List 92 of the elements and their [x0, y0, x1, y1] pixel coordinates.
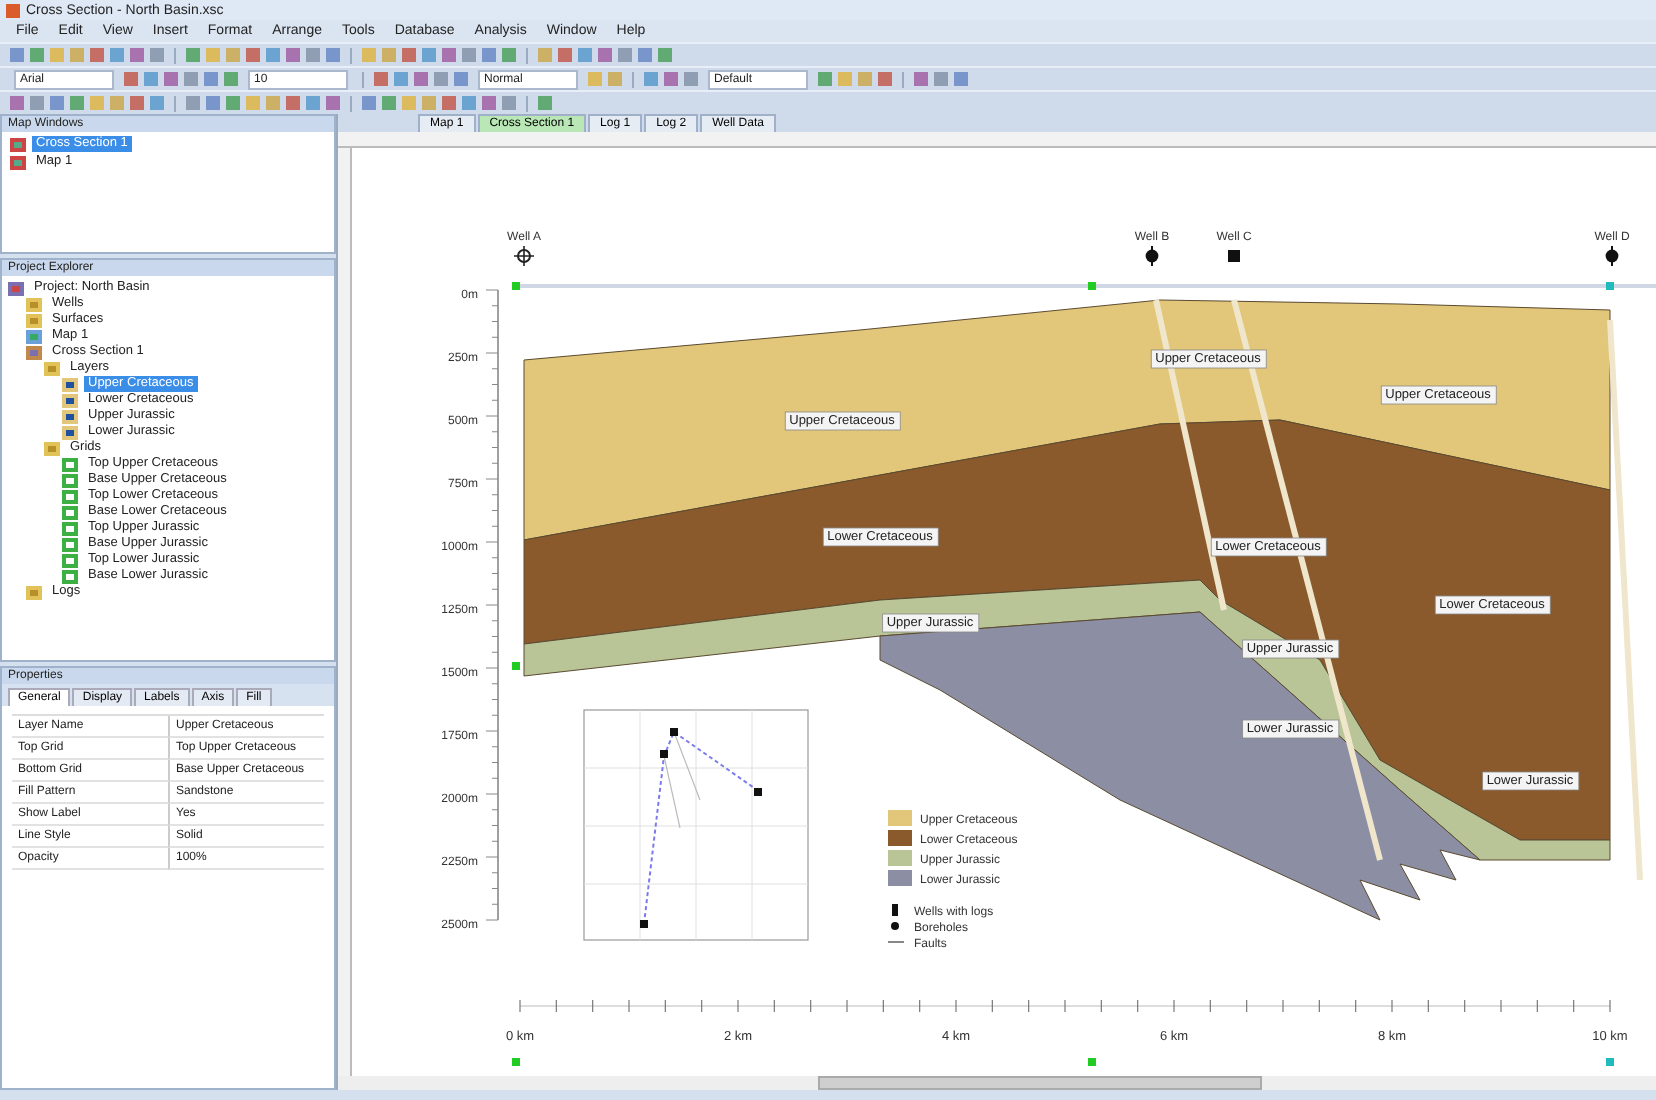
toolbar-button[interactable]: [420, 46, 438, 64]
toolbar-button[interactable]: [304, 94, 322, 112]
toolbar-button[interactable]: [204, 94, 222, 112]
toolbar-button[interactable]: [662, 70, 680, 88]
toolbar-button[interactable]: [108, 46, 126, 64]
toolbar-button[interactable]: [876, 70, 894, 88]
toolbar-button[interactable]: [88, 46, 106, 64]
toolbar-button[interactable]: [202, 70, 220, 88]
toolbar-button[interactable]: [360, 46, 378, 64]
toolbar-button[interactable]: [836, 70, 854, 88]
toolbar-button[interactable]: [480, 46, 498, 64]
toolbar-button[interactable]: [616, 46, 634, 64]
toolbar-button[interactable]: [452, 70, 470, 88]
toolbar-button[interactable]: [816, 70, 834, 88]
toolbar-button[interactable]: [380, 94, 398, 112]
toolbar-button[interactable]: [412, 70, 430, 88]
toolbar-button[interactable]: [440, 46, 458, 64]
toolbar-button[interactable]: [8, 94, 26, 112]
toolbar-button[interactable]: [284, 46, 302, 64]
toolbar-button[interactable]: [636, 46, 654, 64]
toolbar-button[interactable]: [432, 70, 450, 88]
toolbar-button[interactable]: [460, 94, 478, 112]
toolbar-button[interactable]: [912, 70, 930, 88]
toolbar-button[interactable]: [244, 46, 262, 64]
toolbar-button[interactable]: [304, 46, 322, 64]
toolbar-button[interactable]: [48, 94, 66, 112]
selection-handle: [1088, 282, 1096, 290]
selection-handle: [1606, 1058, 1614, 1066]
well-icon: [1228, 250, 1240, 262]
toolbar-button[interactable]: [500, 94, 518, 112]
toolbar-button[interactable]: [184, 46, 202, 64]
toolbar-button[interactable]: [642, 70, 660, 88]
toolbar-button[interactable]: [392, 70, 410, 88]
toolbar-button[interactable]: [204, 46, 222, 64]
toolbar-button[interactable]: [556, 46, 574, 64]
toolbar-button[interactable]: [576, 46, 594, 64]
toolbar-button[interactable]: [224, 46, 242, 64]
selection-handle: [512, 1058, 520, 1066]
toolbar-button[interactable]: [224, 94, 242, 112]
selection-handle: [1088, 1058, 1096, 1066]
toolbar-button[interactable]: [952, 70, 970, 88]
toolbar-button[interactable]: [380, 46, 398, 64]
toolbar-button[interactable]: [856, 70, 874, 88]
toolbar-button[interactable]: [122, 70, 140, 88]
toolbar-button[interactable]: [128, 94, 146, 112]
toolbar-button[interactable]: [536, 46, 554, 64]
toolbar-button[interactable]: [324, 94, 342, 112]
toolbar-button[interactable]: [88, 94, 106, 112]
toolbar-button[interactable]: [68, 94, 86, 112]
toolbar-button[interactable]: [500, 46, 518, 64]
toolbar-button[interactable]: [68, 46, 86, 64]
toolbar-button[interactable]: [28, 46, 46, 64]
well-icon: [1605, 245, 1619, 267]
toolbar-button[interactable]: [360, 94, 378, 112]
toolbar-button[interactable]: [162, 70, 180, 88]
well-icon: [513, 245, 535, 267]
toolbar-button[interactable]: [142, 70, 160, 88]
toolbar-button[interactable]: [440, 94, 458, 112]
toolbar-button[interactable]: [264, 94, 282, 112]
toolbar-button[interactable]: [372, 70, 390, 88]
toolbar-button[interactable]: [184, 94, 202, 112]
app-icon: [6, 3, 20, 17]
toolbar-button[interactable]: [284, 94, 302, 112]
toolbar-button[interactable]: [682, 70, 700, 88]
selection-handle: [512, 662, 520, 670]
toolbar-button[interactable]: [28, 94, 46, 112]
well-icon: [1145, 245, 1159, 267]
toolbar-button[interactable]: [108, 94, 126, 112]
toolbar-button[interactable]: [400, 94, 418, 112]
toolbar-button[interactable]: [536, 94, 554, 112]
toolbar-button[interactable]: [128, 46, 146, 64]
toolbar-button[interactable]: [244, 94, 262, 112]
toolbar-button[interactable]: [48, 46, 66, 64]
toolbar-button[interactable]: [656, 46, 674, 64]
toolbar-button[interactable]: [324, 46, 342, 64]
toolbar-button[interactable]: [480, 94, 498, 112]
toolbar-button[interactable]: [264, 46, 282, 64]
toolbar-button[interactable]: [148, 94, 166, 112]
toolbar-button[interactable]: [460, 46, 478, 64]
toolbar-button[interactable]: [222, 70, 240, 88]
toolbar-button[interactable]: [182, 70, 200, 88]
selection-handle: [512, 282, 520, 290]
toolbar-button[interactable]: [400, 46, 418, 64]
scrollbar-thumb[interactable]: [818, 1076, 1262, 1090]
toolbar-button[interactable]: [420, 94, 438, 112]
selection-handle: [1606, 282, 1614, 290]
toolbar-button[interactable]: [606, 70, 624, 88]
toolbar-button[interactable]: [586, 70, 604, 88]
toolbar-button[interactable]: [596, 46, 614, 64]
toolbar-button[interactable]: [932, 70, 950, 88]
toolbar-button[interactable]: [8, 46, 26, 64]
toolbar-button[interactable]: [148, 46, 166, 64]
